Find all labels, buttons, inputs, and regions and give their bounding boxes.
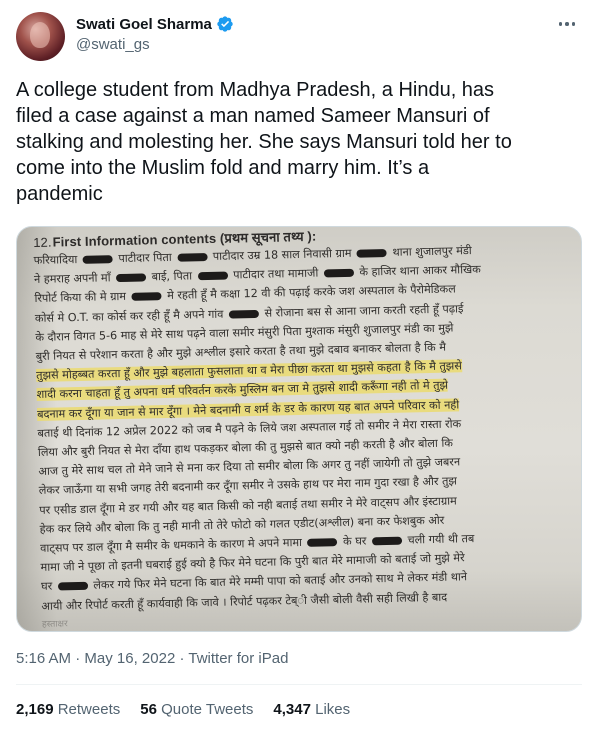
redaction-mark (228, 309, 260, 319)
tweet-meta: 5:16 AM · May 16, 2022 · Twitter for iPa… (16, 650, 288, 667)
redaction-mark (57, 582, 88, 591)
redaction-mark (356, 248, 388, 258)
retweets-count: 2,169 (16, 701, 54, 718)
tweet-header: Swati Goel Sharma @swati_gs (16, 12, 582, 62)
quote-tweets-label: Quote Tweets (161, 701, 254, 718)
fir-document: 12.First Information contents (प्रथम सूच… (33, 227, 581, 631)
author-name-row[interactable]: Swati Goel Sharma (76, 15, 234, 33)
redaction-mark (197, 271, 228, 281)
likes-count: 4,347 (273, 701, 311, 718)
redaction-mark (371, 536, 403, 546)
retweets-stat[interactable]: 2,169 Retweets (16, 701, 120, 718)
likes-stat[interactable]: 4,347 Likes (273, 701, 350, 718)
redaction-mark (177, 253, 208, 262)
tweet-date[interactable]: May 16, 2022 (84, 650, 175, 667)
tweet-time[interactable]: 5:16 AM (16, 650, 71, 667)
meta-separator: · (75, 650, 81, 667)
more-options-icon[interactable] (554, 14, 580, 34)
author-handle[interactable]: @swati_gs (76, 36, 150, 53)
quote-tweets-count: 56 (140, 701, 157, 718)
author-display-name[interactable]: Swati Goel Sharma (76, 16, 212, 33)
fir-heading-number: 12. (33, 234, 52, 250)
redaction-mark (323, 268, 354, 278)
tweet-source[interactable]: Twitter for iPad (188, 650, 288, 667)
tweet-text: A college student from Madhya Pradesh, a… (16, 79, 512, 205)
retweets-label: Retweets (57, 701, 121, 718)
fir-lines: फरियादिया पाटीदार पिता पाटीदार उम्र 18 स… (33, 239, 581, 631)
divider (16, 684, 582, 685)
quote-tweets-stat[interactable]: 56 Quote Tweets (140, 701, 253, 718)
tweet-stats: 2,169 Retweets 56 Quote Tweets 4,347 Lik… (16, 701, 350, 718)
redaction-mark (82, 255, 113, 264)
redaction-mark (116, 273, 147, 283)
verified-badge-icon (217, 16, 233, 32)
likes-label: Likes (315, 701, 351, 718)
tweet-photo[interactable]: 12.First Information contents (प्रथम सूच… (16, 226, 582, 632)
redaction-mark (131, 292, 162, 302)
meta-separator-2: · (179, 650, 185, 667)
redaction-mark (307, 538, 338, 547)
avatar[interactable] (16, 12, 65, 61)
